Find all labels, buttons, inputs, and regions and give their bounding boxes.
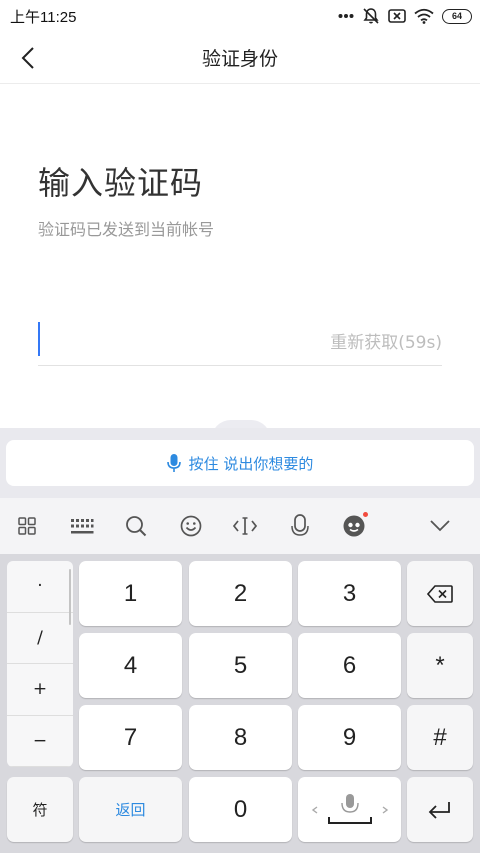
microphone-icon bbox=[166, 454, 181, 472]
chevron-down-icon bbox=[430, 520, 450, 532]
status-time: 上午11:25 bbox=[10, 8, 77, 26]
keyboard-icon bbox=[70, 519, 94, 534]
key-0[interactable]: 0 bbox=[189, 777, 292, 842]
collapse-keyboard-button[interactable] bbox=[400, 498, 480, 554]
asterisk-key[interactable]: * bbox=[407, 633, 473, 698]
emoji-button[interactable] bbox=[164, 498, 219, 554]
back-key-label: 返回 bbox=[115, 801, 146, 819]
key-8[interactable]: 8 bbox=[189, 705, 292, 770]
key-7[interactable]: 7 bbox=[79, 705, 182, 770]
search-icon bbox=[126, 516, 147, 537]
assistant-button[interactable] bbox=[327, 498, 382, 554]
no-sim-icon bbox=[388, 9, 406, 23]
verification-code-input[interactable]: 重新获取(59s) bbox=[38, 318, 442, 366]
symbol-scrollbar bbox=[69, 569, 71, 625]
voice-button[interactable] bbox=[273, 498, 328, 554]
hash-key[interactable]: # bbox=[407, 705, 473, 770]
key-3[interactable]: 3 bbox=[298, 561, 401, 626]
battery-icon: 64 bbox=[442, 8, 472, 24]
header: 验证身份 bbox=[0, 32, 480, 84]
page-heading: 输入验证码 bbox=[38, 164, 204, 202]
more-dots-icon bbox=[338, 14, 354, 18]
header-title: 验证身份 bbox=[201, 48, 278, 70]
keyboard-switch-button[interactable] bbox=[55, 498, 110, 554]
enter-key[interactable] bbox=[407, 777, 473, 842]
key-1[interactable]: 1 bbox=[79, 561, 182, 626]
back-key[interactable]: 返回 bbox=[79, 777, 182, 842]
keypad: · / + − 1 2 3 4 5 6 * 7 8 9 # 符 返回 0 bbox=[0, 554, 480, 853]
voice-input-button[interactable]: 按住 说出你想要的 bbox=[6, 440, 474, 486]
backspace-icon bbox=[427, 584, 453, 603]
back-arrow-icon bbox=[21, 47, 34, 69]
space-voice-icon bbox=[311, 793, 388, 824]
enter-icon bbox=[428, 801, 450, 819]
search-button[interactable] bbox=[109, 498, 164, 554]
apps-grid-button[interactable] bbox=[0, 498, 55, 554]
status-icons: 64 bbox=[338, 7, 472, 25]
apps-grid-icon bbox=[18, 517, 36, 535]
status-bar: 上午11:25 64 bbox=[0, 0, 480, 32]
key-6[interactable]: 6 bbox=[298, 633, 401, 698]
voice-input-label: 按住 说出你想要的 bbox=[188, 454, 314, 473]
backspace-key[interactable] bbox=[407, 561, 473, 626]
cursor-move-button[interactable] bbox=[218, 498, 273, 554]
symbol-key[interactable]: + bbox=[7, 664, 73, 716]
wifi-icon bbox=[414, 8, 434, 24]
cursor-move-icon bbox=[233, 517, 258, 535]
text-caret bbox=[38, 322, 40, 356]
symbol-key[interactable]: · bbox=[7, 561, 73, 613]
microphone-icon bbox=[291, 514, 309, 536]
key-9[interactable]: 9 bbox=[298, 705, 401, 770]
notification-dot bbox=[362, 512, 368, 517]
symbol-key[interactable]: − bbox=[7, 716, 73, 767]
resend-countdown: 重新获取(59s) bbox=[330, 333, 442, 353]
back-button[interactable] bbox=[12, 42, 44, 74]
emoji-icon bbox=[180, 515, 202, 537]
key-5[interactable]: 5 bbox=[189, 633, 292, 698]
muted-bell-icon bbox=[363, 8, 379, 24]
space-key[interactable] bbox=[298, 777, 401, 842]
symbol-key[interactable]: / bbox=[7, 613, 73, 664]
symbols-key[interactable]: 符 bbox=[7, 777, 73, 842]
symbol-column[interactable]: · / + − bbox=[7, 561, 73, 767]
page-subtitle: 验证码已发送到当前帐号 bbox=[38, 220, 215, 239]
key-4[interactable]: 4 bbox=[79, 633, 182, 698]
symbols-key-label: 符 bbox=[32, 801, 48, 819]
keyboard: 按住 说出你想要的 · / + − 1 2 3 4 5 6 * 7 8 9 # … bbox=[0, 428, 480, 853]
assistant-icon bbox=[343, 515, 365, 537]
keyboard-toolbar bbox=[0, 498, 480, 554]
screen: 上午11:25 64 验证身份 输入验证码 验证码已发送到当前帐号 重新获取(5… bbox=[0, 0, 480, 853]
key-2[interactable]: 2 bbox=[189, 561, 292, 626]
